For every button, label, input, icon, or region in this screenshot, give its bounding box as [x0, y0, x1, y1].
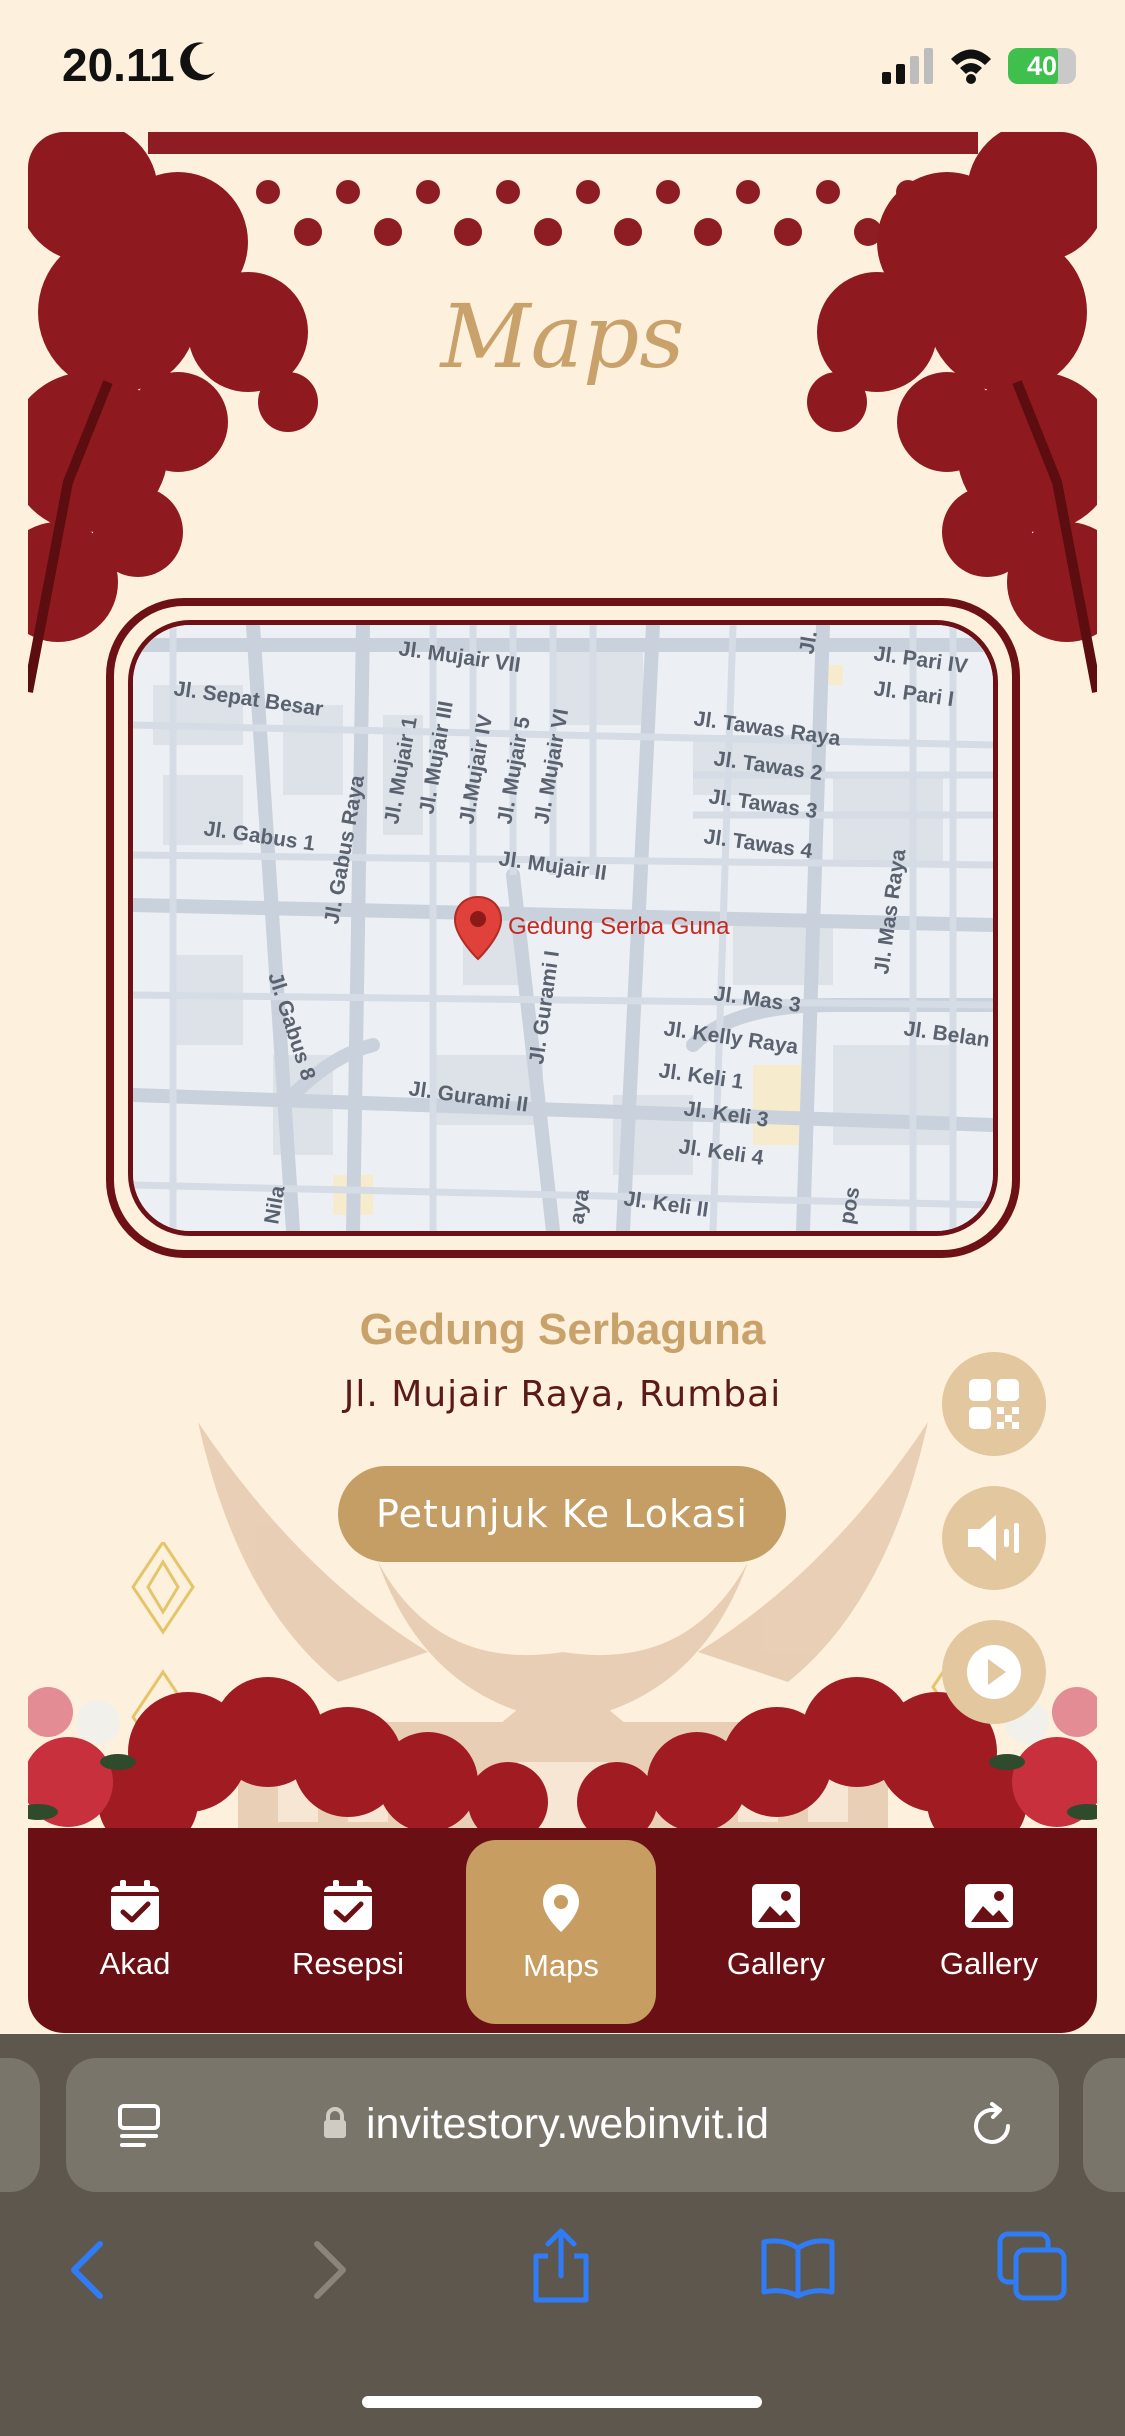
nav-item-resepsi[interactable]: Resepsi [253, 1838, 443, 2024]
section-title: Maps [440, 285, 685, 388]
bookmarks-icon[interactable] [758, 2236, 838, 2300]
nav-item-akad[interactable]: Akad [40, 1838, 230, 2024]
status-time: 20.11 [62, 39, 175, 91]
nav-item-gallery[interactable]: Gallery [681, 1838, 871, 2024]
qr-code-button[interactable] [942, 1352, 1046, 1456]
autoscroll-play-button[interactable] [942, 1620, 1046, 1724]
wifi-icon [948, 46, 994, 89]
home-indicator[interactable] [362, 2396, 762, 2408]
url-text[interactable]: invitestory.webinvit.id [366, 2100, 769, 2149]
qr-code-icon [969, 1379, 1019, 1429]
map-pin-label[interactable]: Gedung Serba Guna [508, 913, 730, 941]
moon-icon [178, 40, 218, 87]
reader-mode-icon[interactable] [116, 2102, 162, 2150]
battery-icon: 40 [1008, 48, 1076, 84]
image-icon [752, 1884, 800, 1928]
nav-item-label: Gallery [726, 1946, 826, 1981]
calendar-check-icon [324, 1880, 372, 1930]
location-pin-icon[interactable] [453, 895, 503, 961]
map-embed[interactable]: Jl. Mujair VII Jl. Sepat Besar Jl. Pari … [128, 620, 998, 1236]
calendar-check-icon [111, 1880, 159, 1930]
tabs-icon[interactable] [996, 2230, 1070, 2304]
directions-button[interactable]: Petunjuk Ke Lokasi [338, 1466, 786, 1562]
cellular-signal-icon [882, 48, 934, 89]
battery-percentage: 40 [1026, 51, 1058, 81]
location-pin-icon [543, 1884, 579, 1932]
nav-item-label: Resepsi [292, 1946, 404, 1981]
image-icon [965, 1884, 1013, 1928]
share-icon[interactable] [526, 2226, 596, 2306]
next-tab-preview[interactable] [1083, 2058, 1125, 2192]
nav-item-maps[interactable]: Maps [466, 1840, 656, 2024]
nav-item-label: Gallery [939, 1946, 1039, 1981]
sound-toggle-button[interactable] [942, 1486, 1046, 1590]
speaker-icon [968, 1515, 1019, 1561]
reload-icon[interactable] [966, 2100, 1018, 2152]
status-bar: 20.11 40 [0, 0, 1125, 135]
lock-icon [324, 2107, 346, 2138]
previous-tab-preview[interactable] [0, 2058, 40, 2192]
nav-item-gallery-2[interactable]: Gallery [894, 1838, 1084, 2024]
back-arrow-icon[interactable] [62, 2238, 112, 2302]
play-icon [967, 1645, 1021, 1699]
nav-item-label: Akad [99, 1946, 171, 1981]
forward-arrow-icon[interactable] [305, 2238, 355, 2302]
venue-name: Gedung Serbaguna [359, 1305, 766, 1354]
floral-left-decoration [28, 1677, 548, 1832]
nav-item-label: Maps [523, 1948, 599, 1983]
